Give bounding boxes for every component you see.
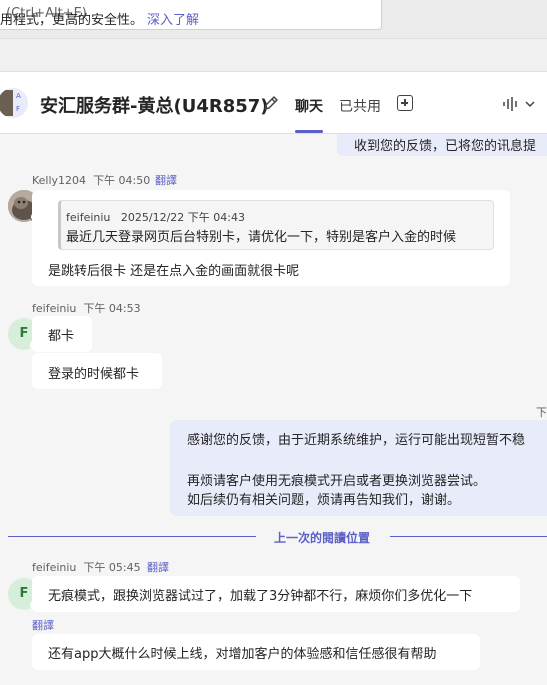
active-tab-indicator: [295, 130, 323, 133]
quote-meta: feifeiniu 2025/12/22 下午 04:43: [66, 209, 245, 225]
banner-message: 用程式，更高的安全性。 深入了解: [0, 9, 199, 28]
my-message-text: 收到您的反馈，已将您的讯息提: [354, 139, 537, 154]
last-read-label: 上一次的閱讀位置: [274, 531, 371, 545]
banner-text: 用程式，更高的安全性。: [0, 13, 144, 28]
author-name: Kelly1204: [32, 174, 87, 187]
tab-shared[interactable]: 已共用: [339, 96, 381, 116]
translate-link[interactable]: 翻譯: [32, 617, 54, 633]
message-time: 下午 04:50: [93, 174, 151, 187]
message-meta: feifeiniu 下午 05:45: [32, 559, 141, 575]
tab-chat[interactable]: 聊天: [295, 96, 323, 116]
add-tab-icon[interactable]: [397, 95, 413, 111]
message-text: 是跳转后很卡 还是在点入金的画面就很卡呢: [48, 264, 300, 279]
message-time: 下: [536, 406, 547, 419]
message-time: 下午 05:45: [83, 561, 141, 574]
my-message-text: 如后续仍有相关问题，烦请再告知我们，谢谢。: [187, 493, 461, 508]
message-text: 还有app大概什么时候上线，对增加客户的体验感和信任感很有帮助: [48, 647, 437, 662]
group-avatar-letter-f: F: [16, 105, 21, 113]
message-time: 下午 04:53: [83, 302, 141, 315]
quote-text: 最近几天登录网页后台特别卡，请优化一下，特别是客户入金的时候: [66, 230, 457, 245]
chevron-down-icon[interactable]: [524, 98, 536, 110]
my-message-text: 感谢您的反馈，由于近期系统维护，运行可能出现短暂不稳: [187, 433, 526, 448]
message-meta: feifeiniu 下午 04:53: [32, 300, 141, 316]
edit-pencil-icon[interactable]: [261, 93, 281, 113]
message-text: 登录的时候都卡: [48, 367, 140, 382]
quote-author: feifeiniu: [66, 211, 111, 224]
my-message-text: 再烦请客户使用无痕模式开启或者更换浏览器尝试。: [187, 474, 487, 489]
message-text: 都卡: [48, 329, 75, 344]
translate-link[interactable]: 翻譯: [155, 172, 177, 188]
last-read-divider-right: [390, 536, 547, 537]
author-name: feifeiniu: [32, 561, 77, 574]
message-text: 无痕模式，跟换浏览器试过了，加载了3分钟都不行，麻烦你们多优化一下: [48, 589, 473, 604]
quote-time: 2025/12/22 下午 04:43: [120, 211, 245, 224]
group-avatar-letter-a: A: [16, 92, 21, 100]
message-meta: Kelly1204 下午 04:50: [32, 172, 150, 188]
info-banner: [0, 38, 547, 72]
last-read-divider-left: [8, 536, 256, 537]
chat-title: 安汇服务群-黄总(U4R857): [40, 96, 269, 117]
learn-more-link[interactable]: 深入了解: [147, 13, 199, 28]
author-name: feifeiniu: [32, 302, 77, 315]
audio-call-icon[interactable]: [502, 96, 520, 112]
translate-link[interactable]: 翻譯: [147, 559, 169, 575]
